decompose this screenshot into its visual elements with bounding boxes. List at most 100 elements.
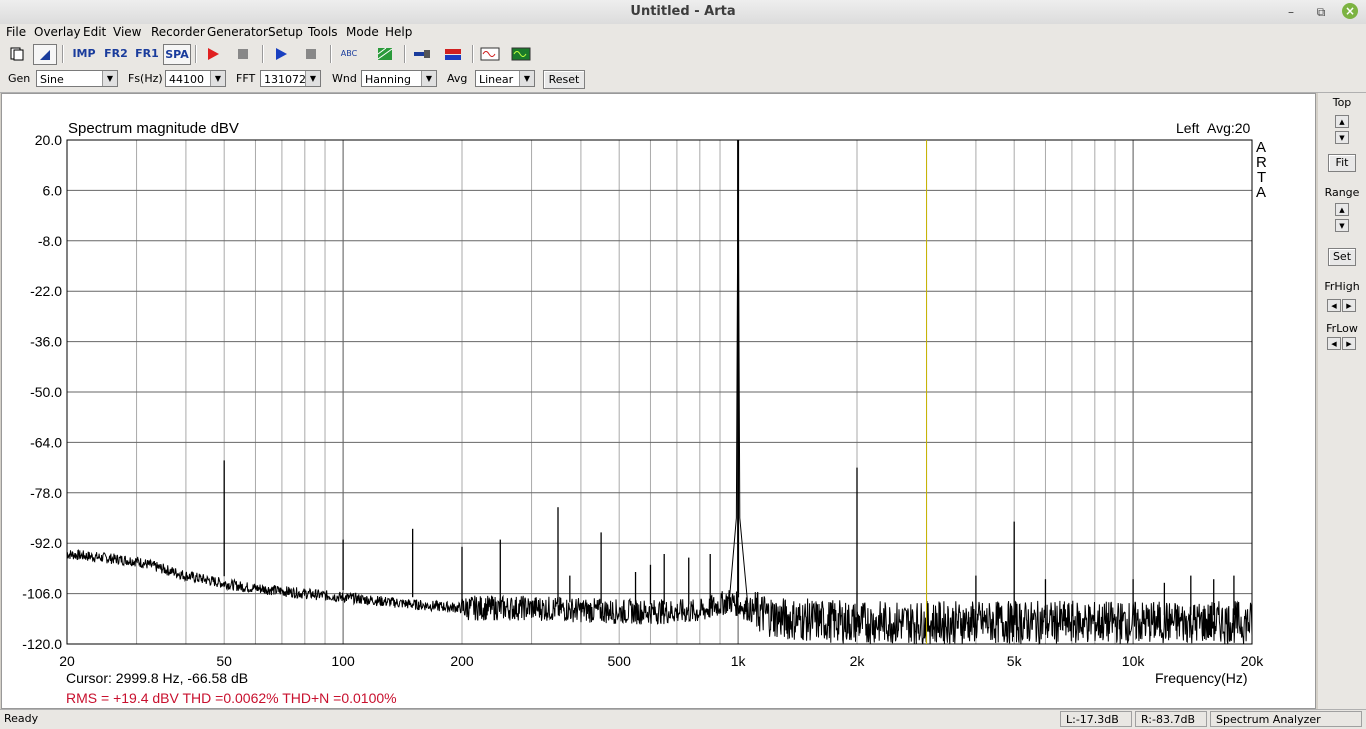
- title-bar: Untitled - Arta – ⧉ ×: [0, 0, 1366, 25]
- window-title: Untitled - Arta: [630, 4, 736, 19]
- mode-pane: Spectrum Analyzer: [1210, 711, 1362, 727]
- wnd-select[interactable]: Hanning ▼: [361, 70, 437, 87]
- y-tick-label: -78.0: [30, 485, 62, 501]
- range-down-button[interactable]: ▼: [1335, 219, 1349, 232]
- y-tick-labels: 20.0 6.0 -8.0 -22.0 -36.0 -50.0 -64.0 -78.0 -92.…: [22, 132, 62, 652]
- x-tick-label: 10k: [1122, 653, 1146, 669]
- x-tick-label: 20k: [1241, 653, 1265, 669]
- menu-overlay[interactable]: Overlay: [34, 25, 81, 39]
- top-up-button[interactable]: ▲: [1335, 115, 1349, 128]
- menu-help[interactable]: Help: [385, 25, 412, 39]
- toolbar-separator: [404, 45, 406, 63]
- level-meter-icon[interactable]: [442, 44, 464, 64]
- generator-play-icon[interactable]: [270, 44, 292, 64]
- x-tick-label: 20: [59, 653, 75, 669]
- channel-label: Left: [1176, 120, 1199, 136]
- menu-recorder[interactable]: Recorder: [151, 25, 205, 39]
- chevron-down-icon: ▼: [305, 71, 320, 86]
- right-level-pane: R:-83.7dB: [1135, 711, 1207, 727]
- y-tick-label: -8.0: [38, 233, 62, 249]
- scope-icon[interactable]: [510, 44, 532, 64]
- spectrum-chart[interactable]: 20.0 6.0 -8.0 -22.0 -36.0 -50.0 -64.0 -78.0 -92.…: [2, 94, 1315, 708]
- new-document-icon[interactable]: [6, 44, 28, 64]
- probe-icon[interactable]: [411, 44, 433, 64]
- toolbar-separator: [62, 45, 64, 63]
- set-button[interactable]: Set: [1328, 248, 1356, 266]
- frlow-right-button[interactable]: ▶: [1342, 337, 1356, 350]
- frhigh-label: FrHigh: [1324, 280, 1360, 293]
- x-tick-label: 2k: [850, 653, 866, 669]
- x-tick-label: 5k: [1007, 653, 1023, 669]
- avg-select[interactable]: Linear ▼: [475, 70, 535, 87]
- minimize-icon[interactable]: –: [1282, 3, 1300, 21]
- plot-title: Spectrum magnitude dBV: [68, 120, 239, 137]
- plot-area[interactable]: 20.0 6.0 -8.0 -22.0 -36.0 -50.0 -64.0 -78.0 -92.…: [1, 93, 1316, 709]
- x-tick-label: 1k: [731, 653, 747, 669]
- frlow-label: FrLow: [1326, 322, 1358, 335]
- menu-generator[interactable]: Generator: [207, 25, 268, 39]
- spectrum-trace: [66, 549, 1253, 646]
- settings-bar: Gen Sine ▼ Fs(Hz) 44100 ▼ FFT 131072 ▼ W…: [0, 68, 1366, 93]
- grid-colors-icon[interactable]: [374, 44, 396, 64]
- abc-text-button[interactable]: ABC: [337, 44, 361, 64]
- menu-setup[interactable]: Setup: [268, 25, 303, 39]
- reset-button[interactable]: Reset: [543, 70, 585, 89]
- frhigh-left-button[interactable]: ◀: [1327, 299, 1341, 312]
- menu-tools[interactable]: Tools: [308, 25, 338, 39]
- menu-view[interactable]: View: [113, 25, 141, 39]
- menu-file[interactable]: File: [6, 25, 26, 39]
- close-icon[interactable]: ×: [1342, 3, 1358, 19]
- chevron-down-icon: ▼: [210, 71, 225, 86]
- y-tick-label: -120.0: [22, 636, 62, 652]
- avg-value: Linear: [479, 73, 514, 86]
- x-tick-label: 200: [450, 653, 474, 669]
- fr1-mode-button[interactable]: FR1: [133, 44, 161, 64]
- menu-bar: File Overlay Edit View Recorder Generato…: [0, 24, 1366, 42]
- top-down-button[interactable]: ▼: [1335, 131, 1349, 144]
- fit-button[interactable]: Fit: [1328, 154, 1356, 172]
- generator-stop-icon[interactable]: [300, 44, 322, 64]
- fr2-mode-button[interactable]: FR2: [102, 44, 130, 64]
- fft-label: FFT: [236, 72, 256, 85]
- watermark-letter: A: [1256, 184, 1266, 201]
- toolbar-separator: [330, 45, 332, 63]
- record-play-icon[interactable]: [202, 44, 224, 64]
- y-tick-label: 6.0: [43, 182, 63, 198]
- fs-select[interactable]: 44100 ▼: [165, 70, 226, 87]
- range-up-button[interactable]: ▲: [1335, 203, 1349, 216]
- frhigh-right-button[interactable]: ▶: [1342, 299, 1356, 312]
- toolbar-separator: [195, 45, 197, 63]
- y-tick-label: -50.0: [30, 384, 62, 400]
- x-tick-label: 50: [216, 653, 232, 669]
- gen-label: Gen: [8, 72, 31, 85]
- y-tick-label: -92.0: [30, 535, 62, 551]
- x-tick-label: 100: [331, 653, 355, 669]
- toolbar-separator: [262, 45, 264, 63]
- grid-lines: [66, 139, 1253, 645]
- fs-value: 44100: [169, 73, 204, 86]
- impulse-mode-button[interactable]: IMP: [70, 44, 98, 64]
- menu-mode[interactable]: Mode: [346, 25, 379, 39]
- chevron-down-icon: ▼: [519, 71, 534, 86]
- cursor-tool-icon[interactable]: [33, 44, 57, 65]
- status-ready: Ready: [4, 712, 39, 725]
- menu-edit[interactable]: Edit: [83, 25, 106, 39]
- range-label: Range: [1324, 186, 1360, 199]
- main-toolbar: IMP FR2 FR1 SPA ABC: [0, 42, 1366, 68]
- signal-generator-icon[interactable]: [479, 44, 501, 64]
- measurement-stats: RMS = +19.4 dBV THD =0.0062% THD+N =0.01…: [66, 690, 397, 706]
- record-stop-icon[interactable]: [232, 44, 254, 64]
- fft-select[interactable]: 131072 ▼: [260, 70, 321, 87]
- y-tick-label: -36.0: [30, 334, 62, 350]
- frlow-left-button[interactable]: ◀: [1327, 337, 1341, 350]
- x-tick-labels: 20 50 100 200 500 1k 2k 5k 10k 20k: [59, 653, 1264, 669]
- status-bar: Ready L:-17.3dB R:-83.7dB Spectrum Analy…: [0, 709, 1366, 729]
- restore-icon[interactable]: ⧉: [1312, 3, 1330, 21]
- spectrum-mode-button[interactable]: SPA: [163, 44, 191, 65]
- abc-label: ABC: [340, 49, 358, 58]
- fs-label: Fs(Hz): [128, 72, 163, 85]
- harmonic-peaks: [223, 139, 1235, 616]
- gen-select[interactable]: Sine ▼: [36, 70, 118, 87]
- fft-value: 131072: [264, 73, 306, 86]
- cursor-readout: Cursor: 2999.8 Hz, -66.58 dB: [66, 670, 248, 686]
